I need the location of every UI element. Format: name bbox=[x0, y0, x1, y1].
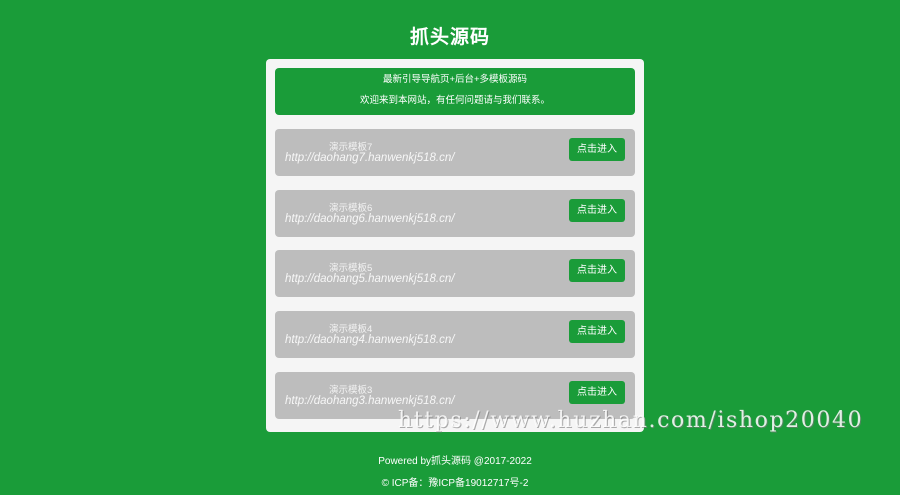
template-name: 演示模板4 bbox=[329, 324, 373, 335]
enter-button[interactable]: 点击进入 bbox=[569, 320, 625, 343]
template-url[interactable]: http://daohang4.hanwenkj518.cn/ bbox=[285, 334, 454, 346]
template-url[interactable]: http://daohang5.hanwenkj518.cn/ bbox=[285, 273, 454, 285]
template-name: 演示模板6 bbox=[329, 203, 373, 214]
footer-powered-by: Powered by抓头源码 @2017-2022 bbox=[378, 456, 532, 467]
page: 抓头源码 最新引导导航页+后台+多模板源码 欢迎来到本网站，有任何问题请与我们联… bbox=[0, 0, 900, 495]
template-item: 演示模板6 http://daohang6.hanwenkj518.cn/ 点击… bbox=[275, 190, 635, 237]
watermark-text: https://www.huzhan.com/ishop20040 bbox=[398, 408, 864, 433]
template-item: 演示模板7 http://daohang7.hanwenkj518.cn/ 点击… bbox=[275, 129, 635, 176]
template-name: 演示模板3 bbox=[329, 385, 373, 396]
enter-button[interactable]: 点击进入 bbox=[569, 199, 625, 222]
site-title: 抓头源码 bbox=[409, 27, 490, 48]
enter-button[interactable]: 点击进入 bbox=[569, 381, 625, 404]
template-name: 演示模板5 bbox=[329, 263, 373, 274]
template-url[interactable]: http://daohang3.hanwenkj518.cn/ bbox=[285, 395, 454, 407]
template-item: 演示模板5 http://daohang5.hanwenkj518.cn/ 点击… bbox=[275, 250, 635, 297]
enter-button[interactable]: 点击进入 bbox=[569, 259, 625, 282]
template-url[interactable]: http://daohang7.hanwenkj518.cn/ bbox=[285, 152, 454, 164]
template-url[interactable]: http://daohang6.hanwenkj518.cn/ bbox=[285, 213, 454, 225]
notice-message: 欢迎来到本网站，有任何问题请与我们联系。 bbox=[359, 95, 550, 106]
footer-icp[interactable]: © ICP备：豫ICP备19012717号-2 bbox=[0, 474, 900, 489]
notice-title: 最新引导导航页+后台+多模板源码 bbox=[382, 74, 528, 85]
template-name: 演示模板7 bbox=[329, 142, 373, 153]
notice-banner: 最新引导导航页+后台+多模板源码 欢迎来到本网站，有任何问题请与我们联系。 bbox=[275, 68, 635, 115]
template-item: 演示模板4 http://daohang4.hanwenkj518.cn/ 点击… bbox=[275, 311, 635, 358]
content-card: 最新引导导航页+后台+多模板源码 欢迎来到本网站，有任何问题请与我们联系。 演示… bbox=[266, 59, 644, 432]
enter-button[interactable]: 点击进入 bbox=[569, 138, 625, 161]
